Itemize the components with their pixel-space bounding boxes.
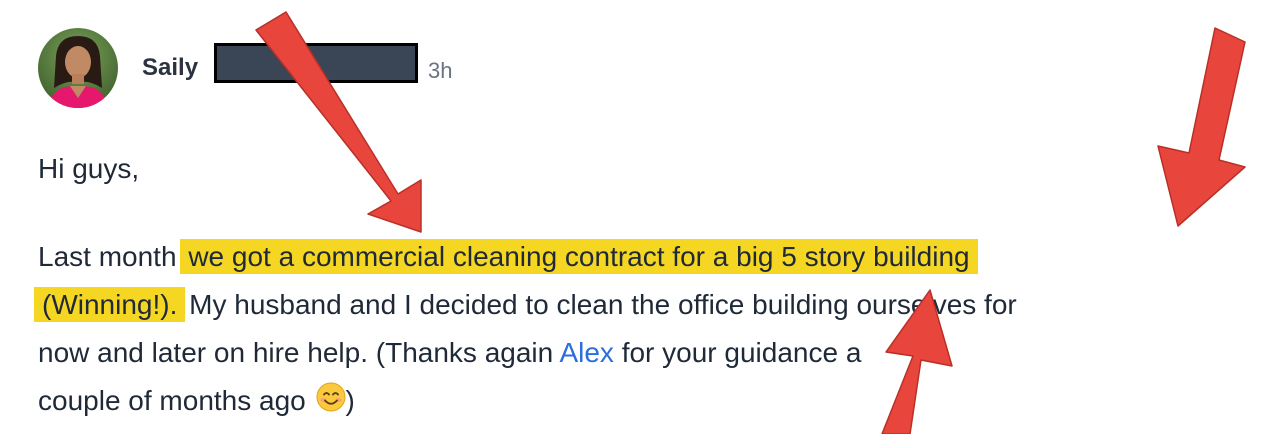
body-text-segment: now and later on hire help. (Thanks agai… bbox=[38, 337, 560, 368]
mention-link[interactable]: Alex bbox=[559, 337, 613, 368]
body-text-segment: for your guidance a bbox=[613, 337, 862, 368]
avatar-image bbox=[38, 28, 118, 108]
post-greeting: Hi guys, bbox=[38, 153, 140, 184]
body-line: now and later on hire help. (Thanks agai… bbox=[38, 329, 1248, 377]
redaction-box bbox=[214, 43, 418, 83]
highlighted-text: (Winning!). bbox=[34, 287, 186, 322]
post-header: Saily 3h bbox=[38, 28, 638, 110]
body-line: couple of months ago ) bbox=[38, 377, 1248, 427]
body-line: (Winning!). My husband and I decided to … bbox=[34, 281, 1248, 329]
arrow-icon bbox=[1157, 27, 1246, 227]
body-text-segment: My husband and I decided to clean the of… bbox=[181, 289, 1017, 320]
highlighted-text: we got a commercial cleaning contract fo… bbox=[180, 239, 978, 274]
avatar[interactable] bbox=[38, 28, 118, 108]
body-text-segment: ) bbox=[345, 385, 355, 416]
body-text-segment: couple of months ago bbox=[38, 385, 314, 416]
smiling-face-emoji-icon bbox=[316, 379, 346, 427]
post-timestamp[interactable]: 3h bbox=[428, 58, 452, 84]
post-body: Last month we got a commercial cleaning … bbox=[34, 233, 1248, 427]
author-name[interactable]: Saily bbox=[142, 54, 198, 82]
body-line: Last month we got a commercial cleaning … bbox=[38, 233, 1248, 281]
body-text-segment: Last month bbox=[38, 241, 185, 272]
